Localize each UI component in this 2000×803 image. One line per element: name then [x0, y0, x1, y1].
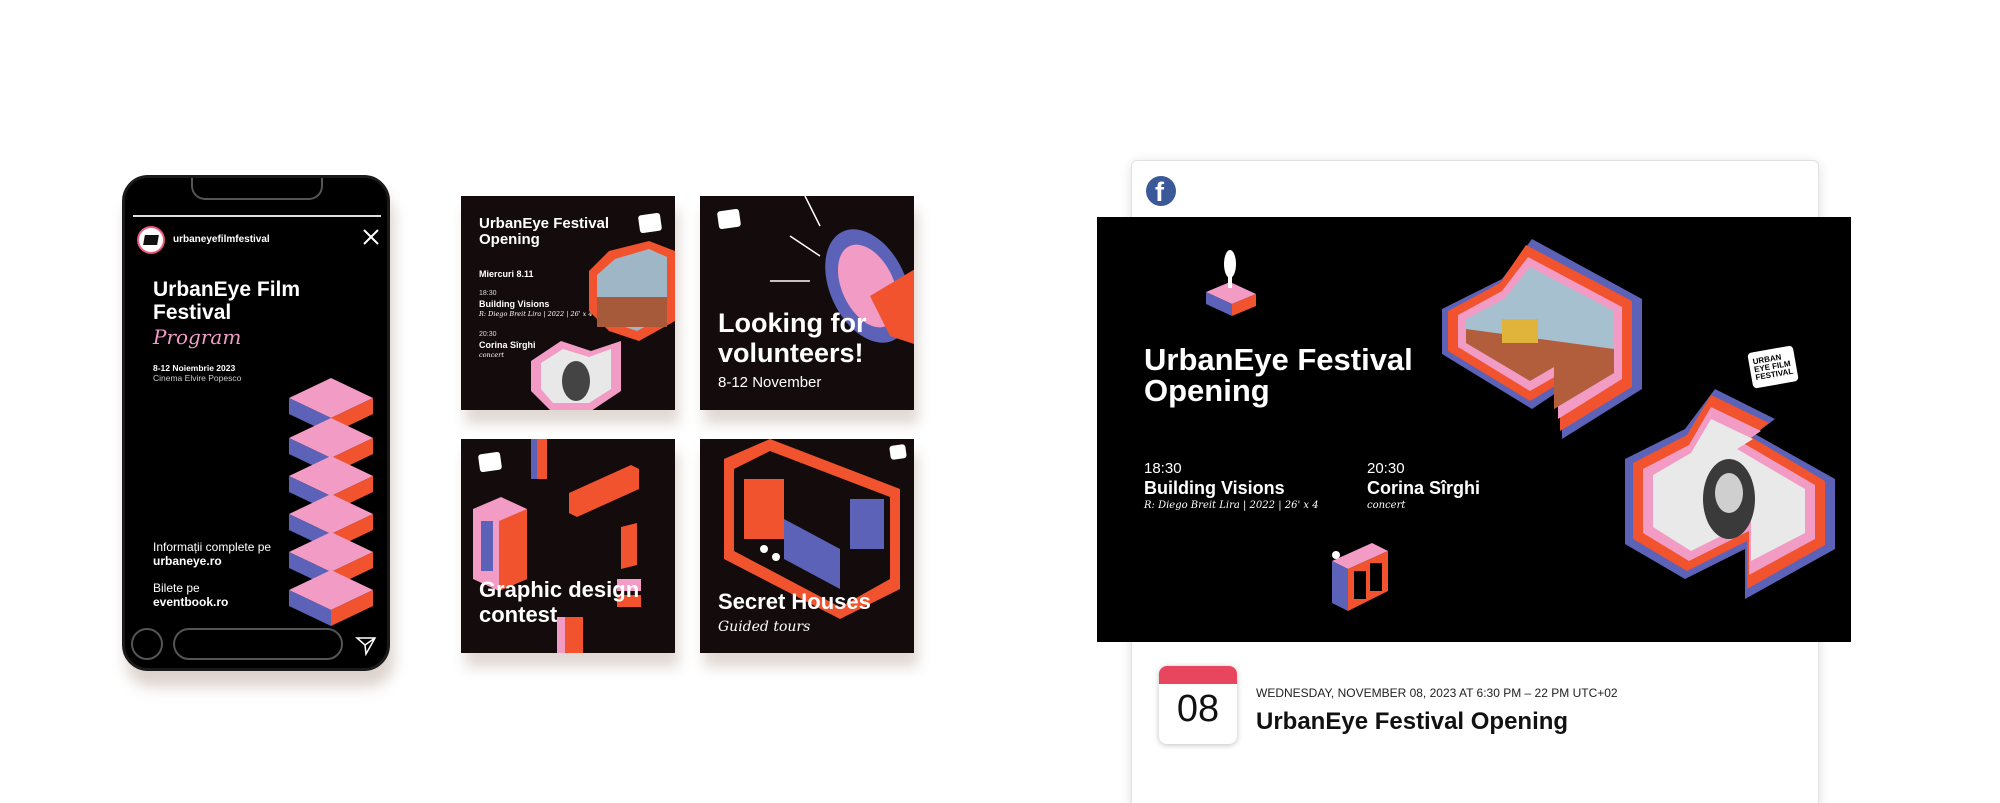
event-2: Corina Sîrghi [479, 340, 536, 350]
calendar-day: 08 [1176, 688, 1220, 730]
event-title[interactable]: UrbanEye Festival Opening [1256, 708, 1568, 736]
stacked-blocks-illustration [289, 378, 373, 626]
story-venue: Cinema Elvire Popesco [153, 373, 242, 383]
portrait-photo-frame [1625, 389, 1835, 599]
excavator-photo-frame [1442, 239, 1642, 439]
tile-title: Graphic design contest [479, 577, 640, 627]
post-design-contest: Graphic design contest [461, 439, 675, 653]
isometric-figure-illustration [1206, 250, 1256, 316]
credit-1: R: Diego Breit Lira | 2022 | 26' x 4 [479, 310, 593, 318]
tile-day: Miercuri 8.11 [479, 269, 534, 279]
banner-title: UrbanEye Festival Opening [1144, 342, 1413, 408]
banner-event-2: Corina Sîrghi [1367, 478, 1481, 498]
close-icon[interactable] [362, 228, 380, 246]
festival-logo [716, 208, 742, 230]
story-handle[interactable]: urbaneyefilmfestival [173, 234, 270, 245]
reply-input[interactable] [173, 628, 343, 660]
info-site-link[interactable]: urbaneye.ro [153, 554, 222, 568]
post-secret-houses: Secret Houses Guided tours [700, 439, 914, 653]
avatar[interactable] [137, 226, 165, 254]
event-1: Building Visions [479, 299, 550, 309]
banner-credit-1: R: Diego Breit Lira | 2022 | 26' x 4 [1144, 500, 1319, 511]
facebook-icon[interactable]: f [1146, 176, 1176, 207]
banner-time-1: 18:30 [1144, 460, 1182, 477]
festival-logo [889, 443, 907, 461]
story-info: Informații complete pe urbaneye.ro [153, 540, 293, 568]
info-text: Informații complete pe [153, 540, 272, 554]
credit-2: concert [479, 351, 504, 359]
event-date: WEDNESDAY, NOVEMBER 08, 2023 AT 6:30 PM … [1256, 686, 1618, 700]
tickets-text: Bilete pe [153, 581, 200, 595]
tile-title: Looking for volunteers! [718, 308, 867, 368]
camera-button[interactable] [131, 628, 163, 660]
phone-story-mockup: urbaneyefilmfestival UrbanEye Film Festi… [122, 175, 390, 671]
banner-event-1: Building Visions [1144, 478, 1285, 498]
logo-text: URBAN EYE FILM FESTIVAL [1752, 352, 1794, 383]
post-volunteers: Looking for volunteers! 8-12 November [700, 196, 914, 410]
story-tickets: Bilete pe eventbook.ro [153, 581, 293, 609]
event-cover-banner[interactable]: UrbanEye Festival Opening 18:30 Building… [1097, 217, 1851, 642]
festival-logo: URBAN EYE FILM FESTIVAL [1747, 345, 1799, 389]
festival-logo [637, 212, 663, 234]
calendar-header [1159, 666, 1237, 684]
post-festival-opening: UrbanEye Festival Opening Miercuri 8.11 … [461, 196, 675, 410]
photo-frame-portrait [531, 341, 621, 410]
tickets-site-link[interactable]: eventbook.ro [153, 595, 228, 609]
story-dates: 8-12 Noiembrie 2023 [153, 363, 236, 373]
banner-time-2: 20:30 [1367, 460, 1405, 477]
tile-title: Secret Houses [718, 589, 871, 614]
tile-subtitle: Guided tours [718, 619, 811, 635]
banner-credit-2: concert [1367, 500, 1406, 511]
isometric-seat-illustration [1332, 543, 1388, 611]
time-1: 18:30 [479, 290, 497, 297]
story-progress-bar [133, 215, 381, 217]
send-icon[interactable] [355, 634, 377, 656]
story-title: UrbanEye Film Festival [153, 278, 301, 324]
calendar-date-icon: 08 [1159, 666, 1237, 744]
tile-subtitle: 8-12 November [718, 374, 822, 391]
story-subtitle: Program [153, 325, 242, 349]
phone-notch [191, 178, 323, 200]
time-2: 20:30 [479, 331, 497, 338]
